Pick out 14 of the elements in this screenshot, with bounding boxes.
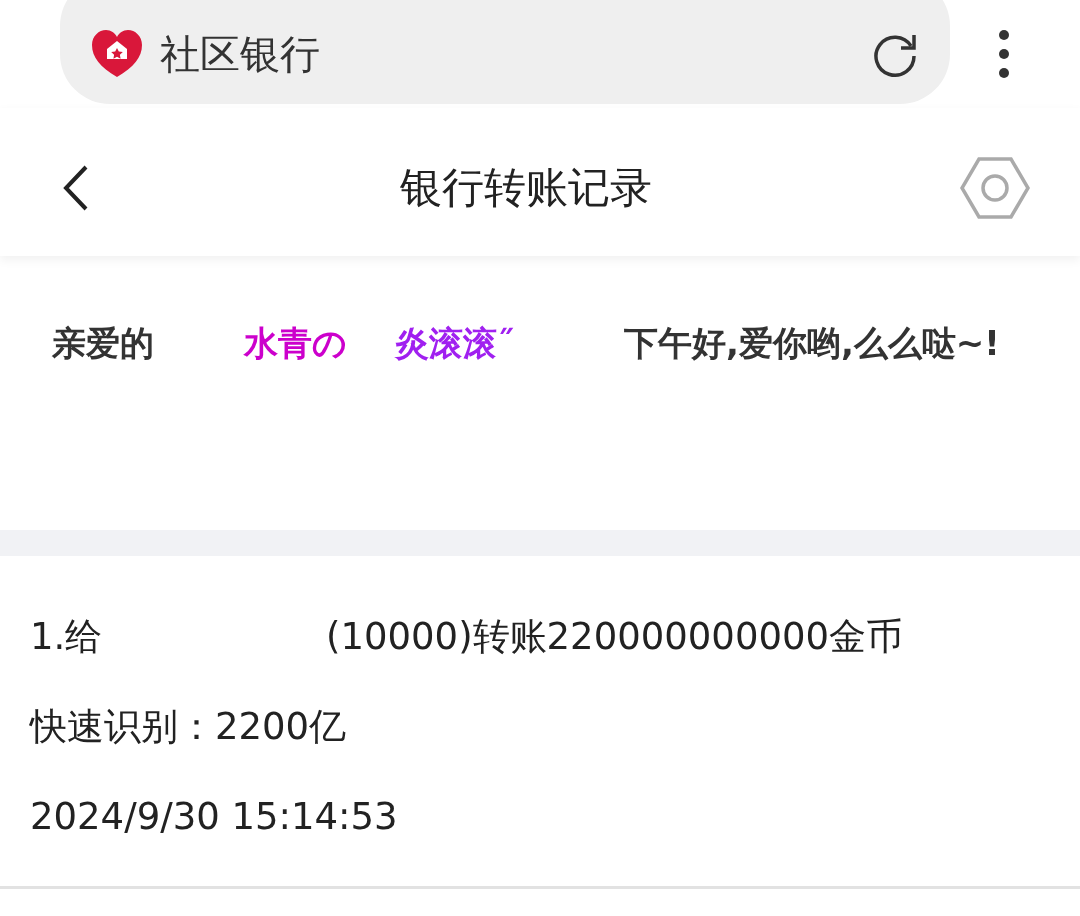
more-menu-icon[interactable] — [998, 29, 1010, 79]
quick-read-text: 快速识别：2200亿 — [30, 704, 347, 750]
address-bar[interactable]: 社区银行 — [60, 0, 950, 104]
greeting-text: 炎滚滚˝ — [395, 321, 514, 365]
greeting-text: 亲爱的 — [52, 321, 154, 365]
transfer-time: 2024/9/30 15:14:53 — [30, 794, 398, 840]
heart-house-logo-icon — [90, 29, 144, 79]
site-name: 社区银行 — [160, 29, 321, 79]
greeting-text: 水青の — [244, 321, 347, 365]
transfer-text: (10000)转账220000000000金币 — [326, 614, 904, 660]
recipient-label: 1.给 — [30, 614, 104, 660]
greeting-text: 下午好,爱你哟, — [624, 321, 854, 365]
page-title: 银行转账记录 — [399, 162, 653, 214]
greeting-text: 么么哒~! — [853, 321, 1000, 365]
